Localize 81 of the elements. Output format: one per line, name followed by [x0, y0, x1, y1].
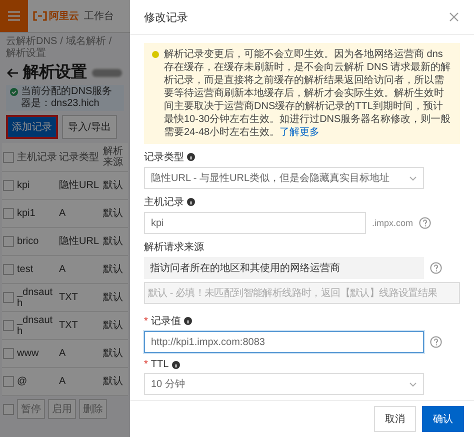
chevron-down-icon	[409, 382, 417, 386]
table-cell: kpi	[16, 172, 58, 200]
table-cell: 默认	[102, 200, 128, 228]
notice-text: 解析记录变更后，可能不会立即生效。因为各地网络运营商 dns 存在缓存，在缓存未刷新时，是不会向云解析 DNS 请求最新的解析记录，而是直接将之前缓存的解析结果返回给访问者，所以需要等待运营商刷新本地缓存后，解析才会实际生效。解析生效时间主要取决于运营商DNS缓存的解析记录的TTL到期时间，预计最快10-30分钟左右生效。如进行过DNS服务器名称修改，则一般需要24-48小时左右生效。了解更多	[164, 48, 452, 139]
field-label: 解析请求来源	[144, 240, 204, 254]
cancel-button[interactable]: 取消	[374, 406, 416, 432]
drawer-title: 修改记录	[144, 10, 188, 24]
table-cell: 默认	[102, 256, 128, 284]
checkbox[interactable]	[3, 292, 14, 303]
table-cell: _dnsauth	[16, 312, 58, 340]
field-label: TTL	[150, 359, 169, 370]
toolbar-button[interactable]: 导入/导出	[62, 115, 117, 139]
source-description: 指访问者所在的地区和其使用的网络运营商	[144, 257, 424, 279]
breadcrumb-link[interactable]: 域名解析	[66, 36, 106, 48]
table-cell: kpi1	[16, 200, 58, 228]
checkbox[interactable]	[3, 320, 14, 331]
table-cell: 默认	[102, 312, 128, 340]
domain-suffix: .impx.com	[372, 218, 414, 228]
notice-icon	[152, 51, 159, 58]
select-field[interactable]: 隐性URL - 与显性URL类似，但是会隐藏真实目标地址	[144, 167, 424, 189]
close-icon[interactable]	[448, 11, 460, 23]
page-title: 解析设置	[23, 62, 87, 83]
checkbox[interactable]	[3, 348, 14, 359]
column-header[interactable]: 记录类型	[58, 143, 102, 172]
column-header[interactable]: 主机记录	[16, 143, 58, 172]
breadcrumb-link[interactable]: 云解析DNS	[6, 36, 58, 48]
table-cell: 默认	[102, 340, 128, 368]
breadcrumb-separator: /	[108, 36, 112, 48]
column-header[interactable]: 解析来源	[102, 143, 128, 172]
table-cell: A	[58, 368, 102, 396]
checkbox[interactable]	[3, 404, 14, 414]
table-cell: brico	[16, 228, 58, 256]
workbench-link[interactable]: 工作台	[84, 9, 114, 23]
field-label: 记录值	[150, 315, 181, 328]
toolbar-button[interactable]: 添加记录	[6, 115, 58, 139]
logo-icon	[33, 11, 47, 21]
back-arrow-icon[interactable]	[6, 68, 18, 78]
table-cell: _dnsauth	[16, 284, 58, 312]
table-cell: A	[58, 256, 102, 284]
field-label: 主机记录	[144, 196, 184, 209]
batch-button[interactable]: 删除	[79, 399, 107, 419]
input-field[interactable]: kpi	[144, 212, 366, 234]
table-cell: A	[58, 200, 102, 228]
field-label: 记录类型	[144, 150, 184, 164]
table-cell: 默认	[102, 228, 128, 256]
menu-icon[interactable]	[0, 0, 28, 32]
checkbox[interactable]	[3, 236, 14, 247]
checkbox[interactable]	[3, 376, 14, 387]
batch-button[interactable]: 启用	[48, 399, 76, 419]
table-cell: 默认	[102, 284, 128, 312]
redacted-domain	[92, 68, 122, 76]
check-circle-icon	[10, 88, 18, 96]
batch-button[interactable]: 暂停	[17, 399, 45, 419]
table-cell: 默认	[102, 172, 128, 200]
table-cell: A	[58, 340, 102, 368]
confirm-button[interactable]: 确认	[422, 406, 464, 432]
help-icon[interactable]	[430, 262, 442, 274]
chevron-down-icon	[409, 176, 417, 180]
table-cell: 默认	[102, 368, 128, 396]
logo-text: 阿里云	[49, 10, 79, 23]
checkbox[interactable]	[3, 264, 14, 275]
table-cell: 隐性URL	[58, 172, 102, 200]
dns-server-notice: 当前分配的DNS服务器是：dns23.hich	[21, 86, 114, 110]
table-cell: test	[16, 256, 58, 284]
required-mark: *	[144, 359, 148, 370]
table-cell: 隐性URL	[58, 228, 102, 256]
table-cell: TXT	[58, 312, 102, 340]
required-mark: *	[144, 316, 148, 326]
checkbox[interactable]	[3, 180, 14, 191]
help-icon[interactable]	[419, 217, 432, 229]
input-field[interactable]: http://kpi1.impx.com:8083	[144, 331, 424, 353]
table-cell: @	[16, 368, 58, 396]
help-icon[interactable]	[430, 336, 442, 348]
checkbox[interactable]	[3, 152, 14, 162]
table-cell: www	[16, 340, 58, 368]
table-cell: TXT	[58, 284, 102, 312]
learn-more-link[interactable]: 了解更多	[280, 127, 320, 138]
select-field[interactable]: 10 分钟	[144, 373, 424, 395]
breadcrumb-separator: /	[60, 36, 63, 48]
checkbox[interactable]	[3, 208, 14, 219]
breadcrumb-link[interactable]: 解析设置	[6, 48, 46, 60]
